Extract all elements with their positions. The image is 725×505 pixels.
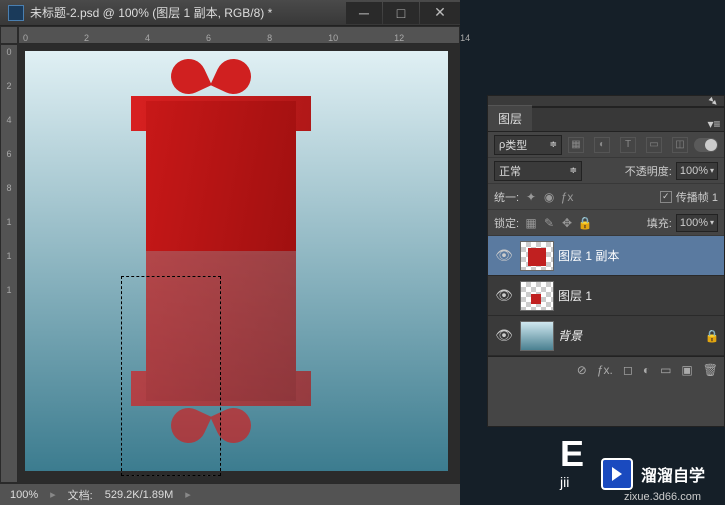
unify-style-icon[interactable]: ƒx <box>559 189 575 205</box>
filter-kind-dropdown[interactable]: ρ 类型 ≑ <box>494 135 562 155</box>
lock-label: 锁定: <box>494 215 519 231</box>
watermark: 溜溜自学 <box>601 458 705 490</box>
layers-list: 👁 图层 1 副本 👁 图层 1 👁 背景 🔒 <box>488 236 724 356</box>
layer-name[interactable]: 图层 1 副本 <box>558 247 724 264</box>
group-icon[interactable]: ▭ <box>660 363 671 377</box>
status-bar: 100% ▸ 文档: 529.2K/1.89M ▸ <box>0 483 460 505</box>
filter-smart-icon[interactable]: ◫ <box>672 137 688 153</box>
layer-thumbnail[interactable] <box>520 281 554 311</box>
lock-transparent-icon[interactable]: ▦ <box>523 215 539 231</box>
chevron-down-icon: ≑ <box>569 165 577 176</box>
lock-all-icon[interactable]: 🔒 <box>577 215 593 231</box>
collapse-chevron-icon: ▸▸ <box>706 94 720 108</box>
layer-name[interactable]: 图层 1 <box>558 287 724 304</box>
new-layer-icon[interactable]: ▣ <box>681 363 692 377</box>
minimize-button[interactable]: ─ <box>346 2 382 24</box>
document-titlebar: 未标题-2.psd @ 100% (图层 1 副本, RGB/8) * ─ □ … <box>0 0 460 26</box>
propagate-checkbox[interactable]: ✓ <box>660 191 672 203</box>
lock-position-icon[interactable]: ✥ <box>559 215 575 231</box>
visibility-icon[interactable]: 👁 <box>492 327 516 344</box>
blend-mode-dropdown[interactable]: 正常 ≑ <box>494 161 582 181</box>
opacity-input[interactable]: 100%▾ <box>676 162 718 180</box>
fill-label: 填充: <box>647 215 672 231</box>
lock-image-icon[interactable]: ✎ <box>541 215 557 231</box>
fx-icon[interactable]: ƒx. <box>597 363 613 377</box>
panel-menu-icon[interactable]: ▾≡ <box>704 117 724 131</box>
ruler-corner[interactable] <box>0 26 18 44</box>
watermark-url: zixue.3d66.com <box>624 491 701 503</box>
maximize-button[interactable]: □ <box>383 2 419 24</box>
filter-row: ρ 类型 ≑ ▦ ◐ T ▭ ◫ <box>488 132 724 158</box>
visibility-icon[interactable]: 👁 <box>492 287 516 304</box>
layer-name[interactable]: 背景 <box>558 327 700 344</box>
close-button[interactable]: ✕ <box>420 2 460 24</box>
doc-size-value: 529.2K/1.89M <box>105 489 174 501</box>
watermark-e: E <box>560 433 584 475</box>
adjustment-icon[interactable]: ◐ <box>643 363 650 377</box>
propagate-label: 传播帧 1 <box>676 189 718 205</box>
layer-item[interactable]: 👁 图层 1 <box>488 276 724 316</box>
tab-layers[interactable]: 图层 <box>488 105 532 131</box>
watermark-jii: jii <box>560 474 569 490</box>
document-title: 未标题-2.psd @ 100% (图层 1 副本, RGB/8) * <box>30 4 345 21</box>
gift-box-image <box>131 51 311 251</box>
zoom-level[interactable]: 100% <box>10 489 38 501</box>
canvas-area[interactable] <box>18 44 460 483</box>
lock-row: 锁定: ▦ ✎ ✥ 🔒 填充: 100%▾ <box>488 210 724 236</box>
ps-icon <box>8 5 24 21</box>
marquee-selection[interactable] <box>121 276 221 476</box>
blend-row: 正常 ≑ 不透明度: 100%▾ <box>488 158 724 184</box>
layer-thumbnail[interactable] <box>520 241 554 271</box>
fill-input[interactable]: 100%▾ <box>676 214 718 232</box>
filter-toggle[interactable] <box>694 138 718 152</box>
ruler-horizontal[interactable]: 0 2 4 6 8 10 12 14 <box>18 26 460 44</box>
layer-item[interactable]: 👁 背景 🔒 <box>488 316 724 356</box>
canvas[interactable] <box>25 51 448 471</box>
filter-shape-icon[interactable]: ▭ <box>646 137 662 153</box>
visibility-icon[interactable]: 👁 <box>492 247 516 264</box>
chevron-down-icon: ≑ <box>549 139 557 150</box>
zoom-chevron-icon[interactable]: ▸ <box>50 488 56 501</box>
panel-footer: ⊘ ƒx. ◻ ◐ ▭ ▣ 🗑 <box>488 356 724 382</box>
status-chevron-icon[interactable]: ▸ <box>185 488 191 501</box>
doc-size-label: 文档: <box>68 487 93 503</box>
unify-visibility-icon[interactable]: ◉ <box>541 189 557 205</box>
ruler-vertical[interactable]: 0 2 4 6 8 1 1 1 <box>0 44 18 483</box>
filter-type-icon[interactable]: T <box>620 137 636 153</box>
panel-tabs: 图层 ▾≡ <box>488 108 724 132</box>
watermark-text: 溜溜自学 <box>641 462 705 486</box>
unify-position-icon[interactable]: ✦ <box>523 189 539 205</box>
document-window: 未标题-2.psd @ 100% (图层 1 副本, RGB/8) * ─ □ … <box>0 0 460 505</box>
opacity-label: 不透明度: <box>625 163 672 179</box>
layer-item[interactable]: 👁 图层 1 副本 <box>488 236 724 276</box>
filter-pixel-icon[interactable]: ▦ <box>568 137 584 153</box>
chevron-down-icon: ▾ <box>710 166 714 175</box>
mask-icon[interactable]: ◻ <box>623 363 633 377</box>
layer-thumbnail[interactable] <box>520 321 554 351</box>
layers-panel: 图层 ▾≡ ρ 类型 ≑ ▦ ◐ T ▭ ◫ 正常 ≑ 不透明度: 100%▾ … <box>487 107 725 427</box>
link-layers-icon[interactable]: ⊘ <box>577 363 587 377</box>
lock-icon: 🔒 <box>700 329 724 343</box>
filter-adjust-icon[interactable]: ◐ <box>594 137 610 153</box>
delete-icon[interactable]: 🗑 <box>703 363 718 377</box>
play-icon <box>601 458 633 490</box>
unify-label: 统一: <box>494 189 519 205</box>
unify-row: 统一: ✦ ◉ ƒx ✓ 传播帧 1 <box>488 184 724 210</box>
chevron-down-icon: ▾ <box>710 218 714 227</box>
